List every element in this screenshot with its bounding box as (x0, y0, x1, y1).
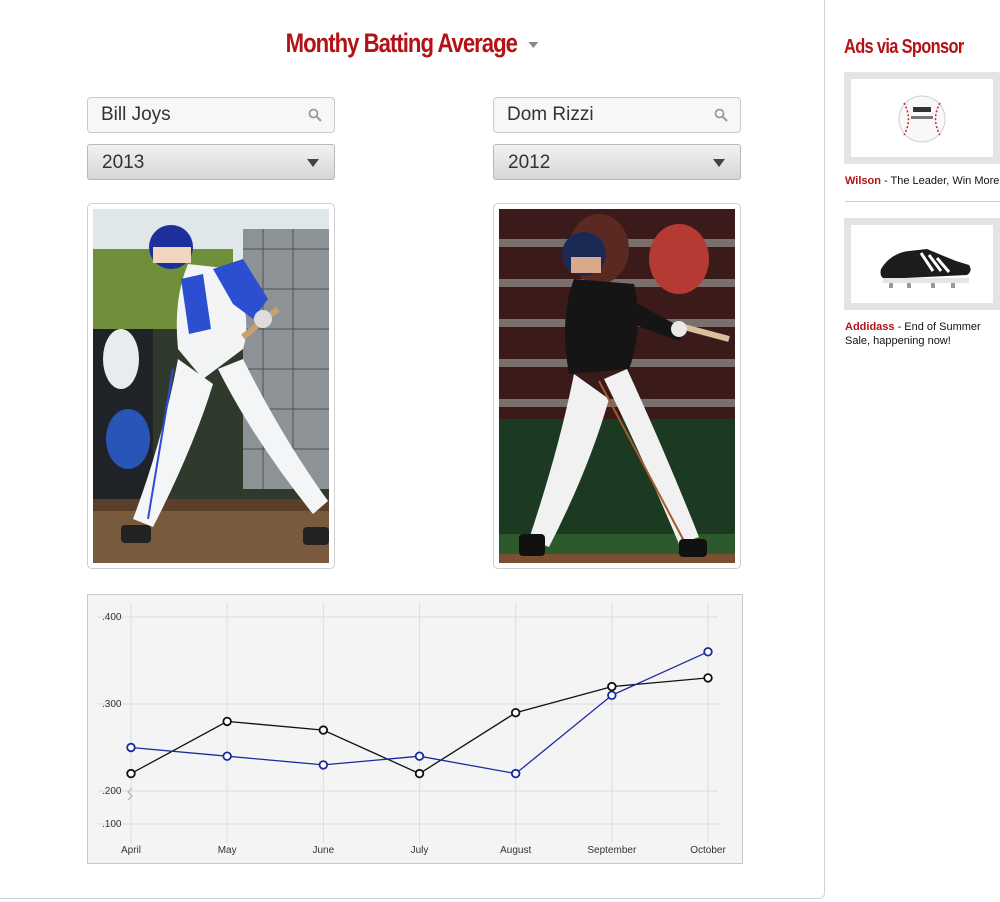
cleat-shoe-icon (880, 249, 971, 288)
player1-year-select[interactable]: 2013 (87, 144, 335, 180)
sidebar-title: Ads via Sponsor (844, 36, 964, 58)
ad-wilson-text: - The Leader, Win More (880, 175, 1000, 187)
player2-search-field[interactable] (493, 97, 741, 133)
data-point (318, 760, 329, 770)
main-panel: Monthy Batting Average 2013 (0, 0, 825, 899)
batter-blue-photo (93, 209, 329, 563)
player2-search-input[interactable] (494, 98, 707, 132)
y-tick-label: .300 (102, 699, 122, 710)
data-point (222, 716, 232, 727)
data-point (414, 768, 425, 779)
chevron-down-icon (713, 159, 725, 167)
ad-addidass-link[interactable]: Addidass (845, 321, 895, 333)
search-icon[interactable] (714, 108, 728, 122)
x-tick-label: July (411, 845, 429, 856)
player1-search-input[interactable] (88, 98, 301, 132)
data-point (414, 751, 425, 761)
y-tick-label: .200 (102, 786, 122, 797)
x-tick-label: October (690, 845, 726, 856)
data-point (126, 742, 136, 753)
x-tick-label: June (312, 845, 334, 856)
batter-black-photo (499, 209, 735, 563)
line-chart: .100 .200 .300 .400 April May June July August Se… (98, 603, 726, 856)
player2-year-value: 2012 (508, 152, 551, 173)
data-point (318, 725, 329, 735)
search-icon[interactable] (308, 108, 322, 122)
player2-year-select[interactable]: 2012 (493, 144, 741, 180)
x-tick-label: April (121, 845, 141, 856)
baseball-icon (898, 95, 946, 143)
player1-search-field[interactable] (87, 97, 335, 133)
data-point (607, 681, 617, 692)
player1-year-value: 2013 (102, 152, 145, 173)
player1-photo (87, 203, 335, 569)
batting-average-chart: .100 .200 .300 .400 April May June July August Se… (87, 594, 743, 864)
sidebar-divider (845, 201, 1000, 202)
ad-wilson-image[interactable] (844, 72, 1000, 164)
page-title-dropdown[interactable]: Monthy Batting Average (74, 28, 750, 59)
y-tick-label: .100 (102, 819, 122, 830)
data-point (607, 690, 617, 700)
data-point (703, 647, 713, 657)
y-tick-label: .400 (102, 612, 122, 623)
ad-wilson-caption: Wilson - The Leader, Win More (845, 174, 999, 188)
player2-photo (493, 203, 741, 569)
ad-addidass-caption: Addidass - End of Summer Sale, happening… (845, 320, 995, 348)
chevron-down-icon[interactable] (528, 41, 539, 48)
data-point (510, 768, 521, 779)
data-point (222, 751, 232, 761)
data-point (126, 768, 136, 779)
data-point (703, 673, 713, 683)
x-tick-label: August (500, 845, 531, 856)
chevron-down-icon (307, 159, 319, 167)
ad-addidass-image[interactable] (844, 218, 1000, 310)
ad-wilson-link[interactable]: Wilson (845, 175, 881, 187)
x-tick-label: May (218, 845, 237, 856)
x-tick-label: September (587, 845, 637, 856)
data-point (510, 707, 521, 718)
page-title: Monthy Batting Average (285, 28, 518, 58)
